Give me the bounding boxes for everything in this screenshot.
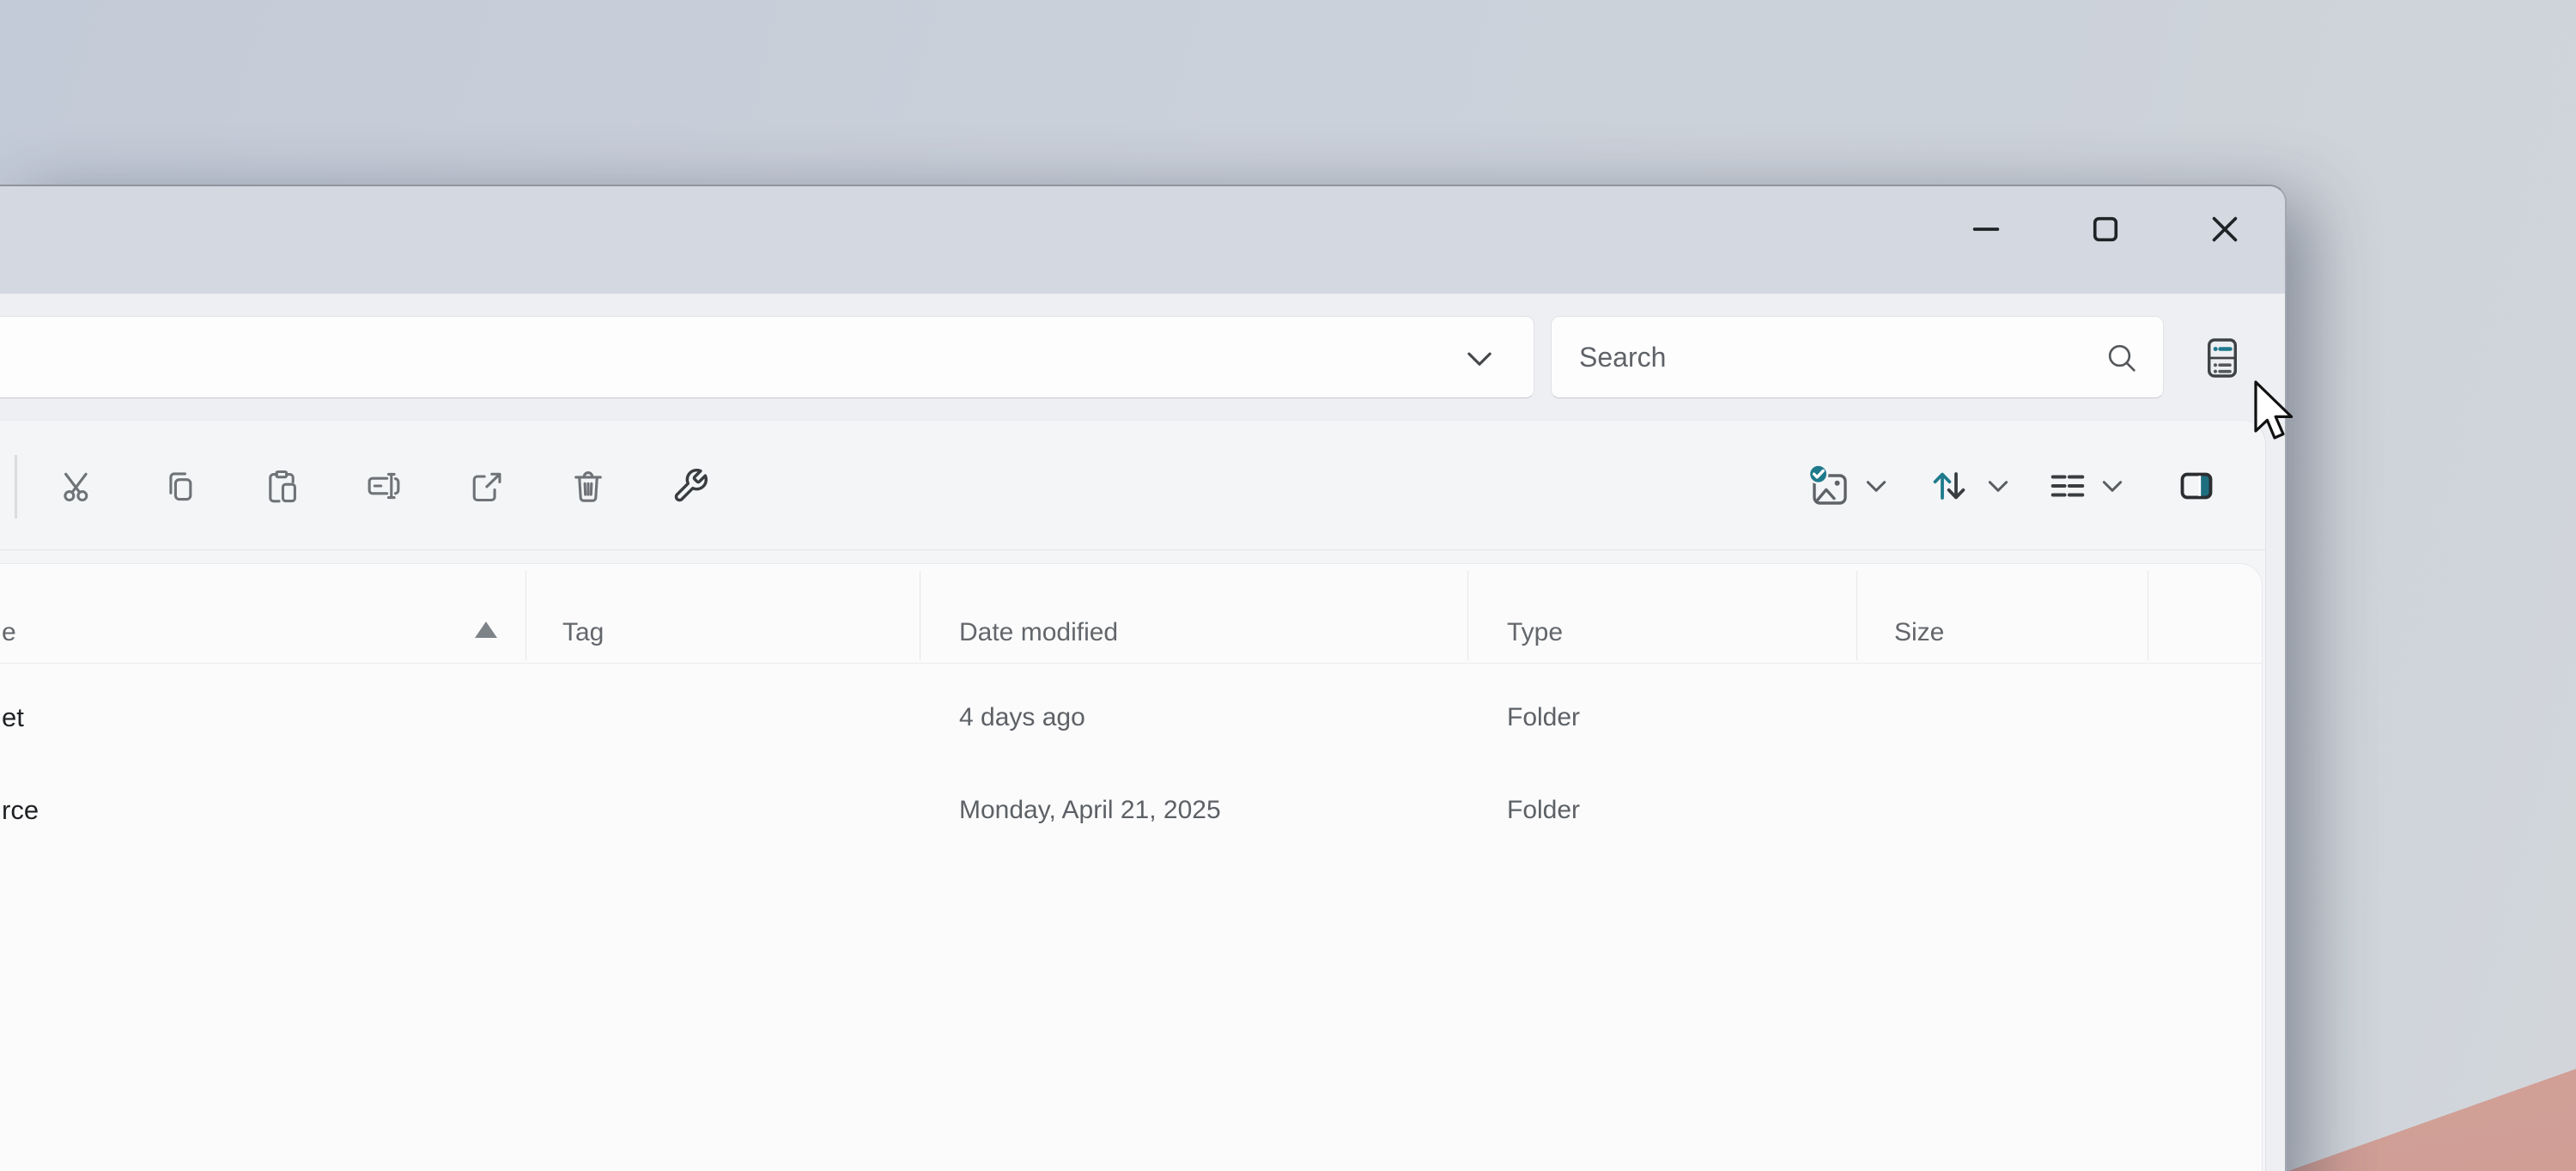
scissors-icon: [58, 467, 96, 505]
thumbnails-button[interactable]: [1804, 462, 1852, 510]
share-button[interactable]: [462, 462, 510, 510]
preview-pane-toggle[interactable]: [2172, 462, 2221, 510]
titlebar[interactable]: [0, 186, 2285, 294]
toolbar-bottom-divider: [0, 549, 2265, 550]
column-header-tag[interactable]: Tag: [562, 618, 604, 647]
file-date-modified: Monday, April 21, 2025: [959, 796, 1221, 825]
panel-right-icon: [2176, 466, 2217, 506]
rename-button[interactable]: [360, 462, 408, 510]
share-icon: [467, 467, 505, 505]
content-panel: e Tag Date modified Type Size et 4: [0, 420, 2266, 1171]
layout-dropdown[interactable]: [2098, 475, 2127, 497]
minimize-icon: [1966, 209, 2006, 249]
file-list: e Tag Date modified Type Size et 4: [0, 563, 2263, 1171]
column-divider[interactable]: [1467, 571, 1468, 660]
maximize-button[interactable]: [2068, 191, 2143, 267]
tools-button[interactable]: [666, 462, 714, 510]
sort-button[interactable]: [1925, 462, 1973, 510]
copy-button[interactable]: [155, 462, 204, 510]
header-divider: [0, 663, 2262, 664]
copy-icon: [161, 467, 198, 505]
chevron-down-icon: [1863, 476, 1889, 496]
column-header-name[interactable]: e: [2, 618, 16, 647]
status-center-button[interactable]: [2192, 328, 2252, 388]
maximize-icon: [2086, 209, 2125, 249]
mouse-cursor: [2252, 380, 2297, 442]
desktop: e Tag Date modified Type Size et 4: [0, 0, 2576, 1171]
sort-ascending-icon: [475, 622, 497, 638]
file-name[interactable]: et: [2, 702, 24, 733]
address-row: [0, 294, 2285, 420]
file-type: Folder: [1507, 703, 1580, 732]
minimize-button[interactable]: [1948, 191, 2024, 267]
close-button[interactable]: [2187, 191, 2263, 267]
toolbar-edit-actions: [53, 462, 714, 510]
address-input[interactable]: [0, 317, 1439, 397]
image-check-icon: [1806, 464, 1850, 508]
search-icon: [2105, 341, 2139, 375]
file-date-modified: 4 days ago: [959, 703, 1085, 732]
toolbar-separator: [15, 455, 17, 519]
search-box[interactable]: [1551, 316, 2164, 398]
caption-buttons: [1948, 186, 2263, 272]
sort-arrows-icon: [1929, 465, 1970, 507]
column-header-type[interactable]: Type: [1507, 618, 1563, 647]
layout-button[interactable]: [2044, 462, 2092, 510]
column-divider[interactable]: [1856, 571, 1857, 660]
file-explorer-window: e Tag Date modified Type Size et 4: [0, 185, 2287, 1171]
thumbnails-dropdown[interactable]: [1862, 475, 1891, 497]
column-header-date-modified[interactable]: Date modified: [959, 618, 1118, 647]
search-input[interactable]: [1579, 317, 2060, 397]
file-type: Folder: [1507, 796, 1580, 825]
sort-dropdown[interactable]: [1984, 475, 2013, 497]
chevron-down-icon[interactable]: [1465, 346, 1494, 370]
rename-icon: [365, 467, 403, 505]
close-icon: [2205, 209, 2245, 249]
paste-button[interactable]: [258, 462, 306, 510]
chevron-down-icon: [1985, 476, 2011, 496]
table-row[interactable]: rce Monday, April 21, 2025 Folder: [0, 764, 2262, 857]
file-name[interactable]: rce: [2, 795, 39, 826]
chevron-down-icon: [2099, 476, 2125, 496]
list-lines-icon: [2048, 466, 2087, 506]
table-row[interactable]: et 4 days ago Folder: [0, 671, 2262, 764]
trash-icon: [569, 467, 607, 505]
address-bar[interactable]: [0, 316, 1534, 398]
clipboard-icon: [263, 467, 301, 505]
task-list-icon: [2204, 337, 2240, 379]
column-header-size[interactable]: Size: [1894, 618, 1944, 647]
cut-button[interactable]: [53, 462, 101, 510]
wrench-icon: [671, 467, 709, 505]
delete-button[interactable]: [564, 462, 612, 510]
